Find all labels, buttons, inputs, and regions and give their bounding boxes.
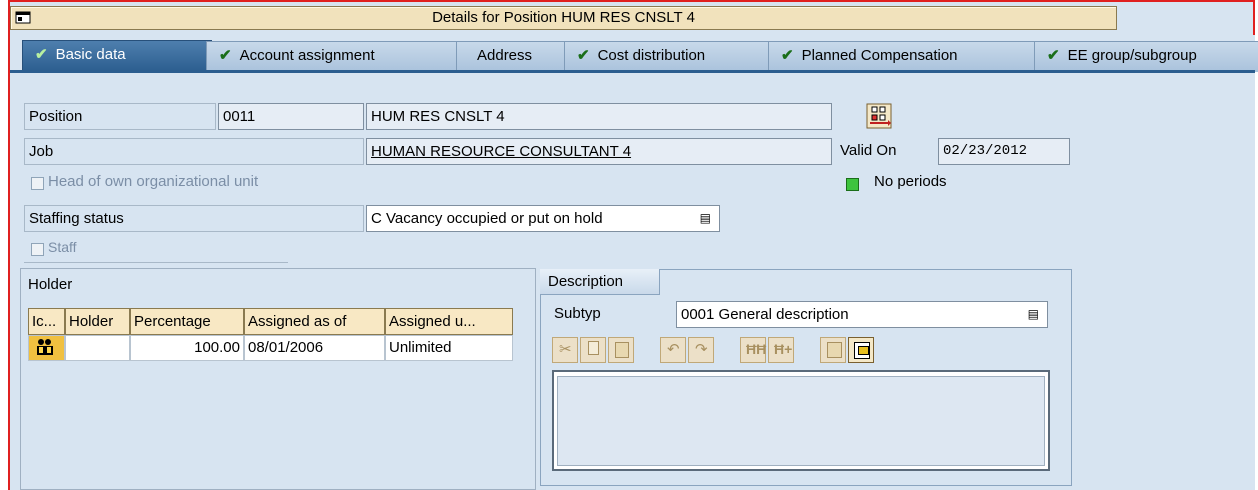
staffing-status-value: C Vacancy occupied or put on hold [371, 210, 603, 227]
copy-icon[interactable] [580, 337, 606, 363]
dropdown-icon[interactable]: ▤ [700, 206, 711, 231]
job-name-field[interactable]: HUMAN RESOURCE CONSULTANT 4 [366, 138, 832, 165]
holder-row-percentage-cell[interactable]: 100.00 [130, 335, 244, 361]
position-label: Position [29, 108, 83, 125]
column-header-icon[interactable]: Ic... [28, 308, 65, 335]
position-id-field[interactable]: 0011 [218, 103, 364, 130]
cut-icon[interactable]: ✂ [552, 337, 578, 363]
status-indicator-icon [846, 178, 859, 191]
valid-on-label: Valid On [840, 142, 897, 159]
job-label-box: Job [24, 138, 364, 165]
holder-row-icon-cell[interactable] [28, 335, 65, 361]
staff-checkbox[interactable] [31, 243, 44, 256]
holder-group [20, 268, 536, 490]
column-header-assigned-as-of[interactable]: Assigned as of [244, 308, 385, 335]
subtype-dropdown[interactable]: 0001 General description ▤ [676, 301, 1048, 328]
dropdown-icon[interactable]: ▤ [1028, 302, 1039, 327]
window-title-bar: Details for Position HUM RES CNSLT 4 [10, 6, 1117, 30]
column-header-assigned-until[interactable]: Assigned u... [385, 308, 513, 335]
description-tab-label: Description [548, 273, 624, 290]
column-header-holder[interactable]: Holder [65, 308, 130, 335]
holder-row-assigned-until-cell[interactable]: Unlimited [385, 335, 513, 361]
no-periods-label: No periods [874, 173, 947, 190]
paste-icon[interactable] [608, 337, 634, 363]
window-title: Details for Position HUM RES CNSLT 4 [432, 9, 695, 26]
tab-strip: ✔ Basic data ✔ Account assignment Address … [10, 35, 1258, 72]
tab-cost-distribution[interactable]: ✔ Cost distribution [564, 41, 774, 72]
staffing-status-label-box: Staffing status [24, 205, 364, 232]
export-icon[interactable] [848, 337, 874, 363]
holder-row-assigned-as-of-cell[interactable]: 08/01/2006 [244, 335, 385, 361]
org-structure-icon[interactable] [866, 103, 892, 129]
staffing-status-dropdown[interactable]: C Vacancy occupied or put on hold ▤ [366, 205, 720, 232]
check-icon: ✔ [219, 47, 232, 64]
check-icon: ✔ [35, 46, 48, 63]
tab-ee-group-subgroup[interactable]: ✔ EE group/subgroup [1034, 41, 1258, 72]
tab-account-assignment[interactable]: ✔ Account assignment [206, 41, 462, 72]
position-name-field[interactable]: HUM RES CNSLT 4 [366, 103, 832, 130]
description-text[interactable] [557, 376, 1045, 466]
holder-icon [37, 339, 53, 355]
undo-icon[interactable]: ↶ [660, 337, 686, 363]
head-of-unit-label: Head of own organizational unit [48, 173, 259, 190]
check-icon: ✔ [1047, 47, 1060, 64]
column-header-percentage[interactable]: Percentage [130, 308, 244, 335]
find-next-icon[interactable]: Ħ+ [768, 337, 794, 363]
description-tab: Description [540, 269, 660, 295]
find-icon[interactable]: ĦĦ [740, 337, 766, 363]
separator [24, 262, 288, 263]
job-label: Job [29, 143, 54, 160]
tab-planned-compensation[interactable]: ✔ Planned Compensation [768, 41, 1040, 72]
holder-row-holder-cell[interactable] [65, 335, 130, 361]
staffing-status-label: Staffing status [29, 210, 124, 227]
tab-basic-data[interactable]: ✔ Basic data [22, 40, 212, 72]
position-label-box: Position [24, 103, 216, 130]
staff-label: Staff [48, 239, 77, 255]
check-icon: ✔ [577, 47, 590, 64]
check-icon: ✔ [781, 47, 794, 64]
redo-icon[interactable]: ↷ [688, 337, 714, 363]
holder-title: Holder [28, 276, 73, 293]
head-of-unit-checkbox[interactable] [31, 177, 44, 190]
tab-address[interactable]: Address [456, 41, 578, 72]
subtype-label: Subtyp [554, 305, 601, 322]
valid-on-field[interactable]: 02/23/2012 [938, 138, 1070, 165]
subtype-value: 0001 General description [681, 306, 849, 323]
import-icon[interactable] [820, 337, 846, 363]
